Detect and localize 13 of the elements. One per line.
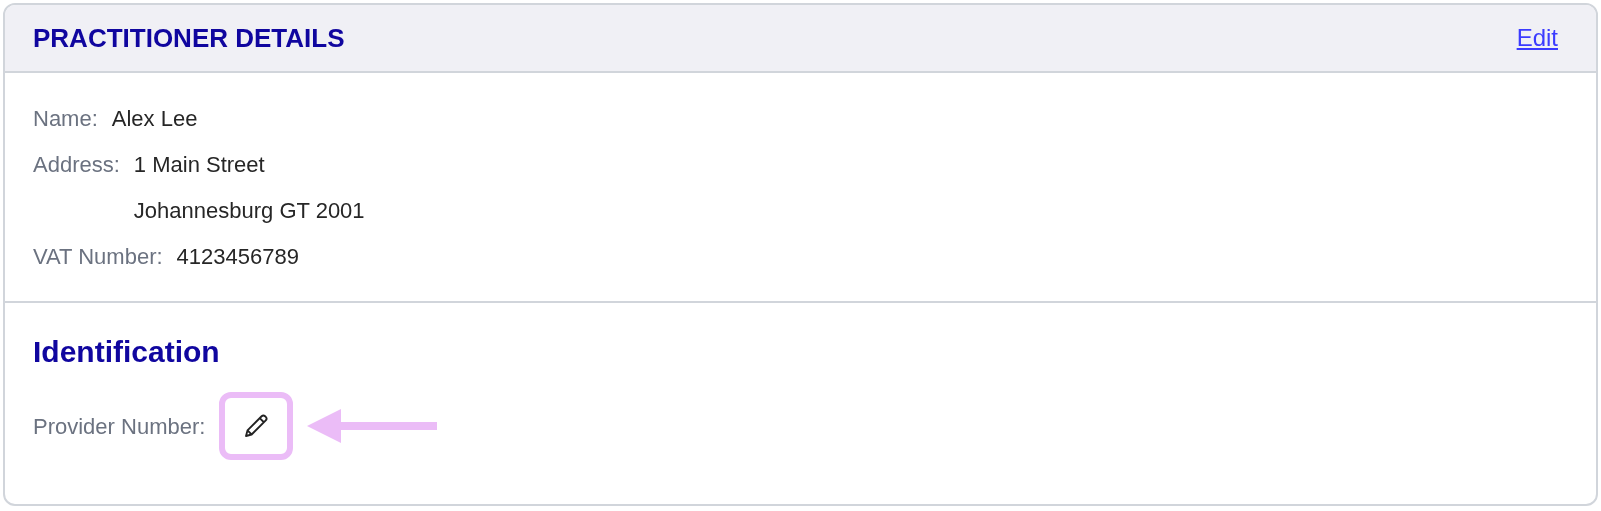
field-label: Name: — [33, 105, 98, 133]
field-value: Johannesburg GT 2001 — [133, 197, 365, 225]
section-title: PRACTITIONER DETAILS — [33, 21, 345, 55]
field-value: 4123456789 — [176, 243, 299, 271]
field-value: Alex Lee — [111, 105, 198, 133]
edit-link[interactable]: Edit — [1516, 20, 1558, 56]
section-heading: Identification — [33, 334, 221, 370]
field-label: VAT Number: — [33, 243, 163, 271]
field-value: 1 Main Street — [133, 151, 266, 179]
arrow-icon — [307, 406, 438, 446]
field-label: Address: — [33, 151, 120, 179]
field-label: Provider Number: — [33, 412, 206, 441]
edit-button[interactable] — [219, 392, 294, 460]
